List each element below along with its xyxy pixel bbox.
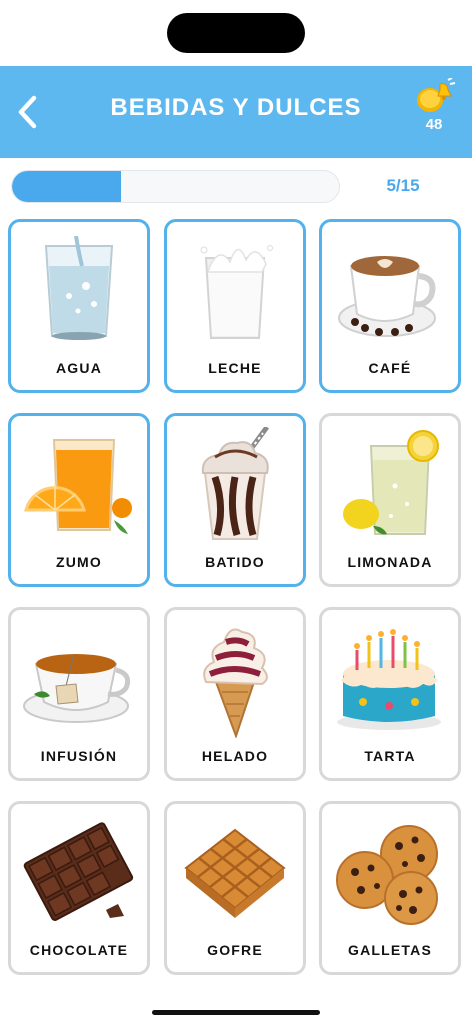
- ice-cream-cone-icon: [203, 628, 268, 738]
- cookies-icon: [336, 825, 438, 925]
- coffee-cup-icon: [338, 256, 436, 337]
- card-helado[interactable]: HELADO: [164, 607, 306, 781]
- card-label: LECHE: [208, 360, 262, 376]
- orange-juice-icon: [24, 439, 132, 534]
- card-agua[interactable]: AGUA: [8, 219, 150, 393]
- card-label: AGUA: [55, 360, 103, 376]
- card-label: ZUMO: [55, 554, 102, 570]
- home-indicator[interactable]: [152, 1010, 320, 1015]
- card-label: CAFÉ: [368, 360, 412, 376]
- card-label: GALLETAS: [347, 942, 432, 958]
- lemonade-icon: [343, 430, 439, 535]
- card-gofre[interactable]: GOFRE: [164, 801, 306, 975]
- tea-cup-icon: [23, 653, 131, 723]
- card-label: LIMONADA: [347, 554, 433, 570]
- waffle-icon: [184, 828, 286, 918]
- card-chocolate[interactable]: CHOCOLATE: [8, 801, 150, 975]
- card-label: GOFRE: [207, 942, 263, 958]
- card-cafe[interactable]: CAFÉ: [319, 219, 461, 393]
- milk-glass-icon: [200, 245, 273, 339]
- card-label: TARTA: [364, 748, 416, 764]
- card-label: BATIDO: [205, 554, 265, 570]
- card-zumo[interactable]: ZUMO: [8, 413, 150, 587]
- birthday-cake-icon: [337, 629, 441, 730]
- card-galletas[interactable]: GALLETAS: [319, 801, 461, 975]
- card-tarta[interactable]: TARTA: [319, 607, 461, 781]
- card-limonada[interactable]: LIMONADA: [319, 413, 461, 587]
- card-infusion[interactable]: INFUSIÓN: [8, 607, 150, 781]
- card-batido[interactable]: BATIDO: [164, 413, 306, 587]
- card-label: INFUSIÓN: [40, 748, 118, 764]
- card-grid: AGUA LECHE CAFÉ ZUMO BATIDO LIMONADA INF…: [0, 0, 472, 1024]
- card-leche[interactable]: LECHE: [164, 219, 306, 393]
- chocolate-bar-icon: [23, 822, 134, 921]
- milkshake-icon: [201, 427, 270, 540]
- card-label: CHOCOLATE: [29, 942, 129, 958]
- card-label: HELADO: [201, 748, 269, 764]
- water-glass-icon: [44, 236, 114, 340]
